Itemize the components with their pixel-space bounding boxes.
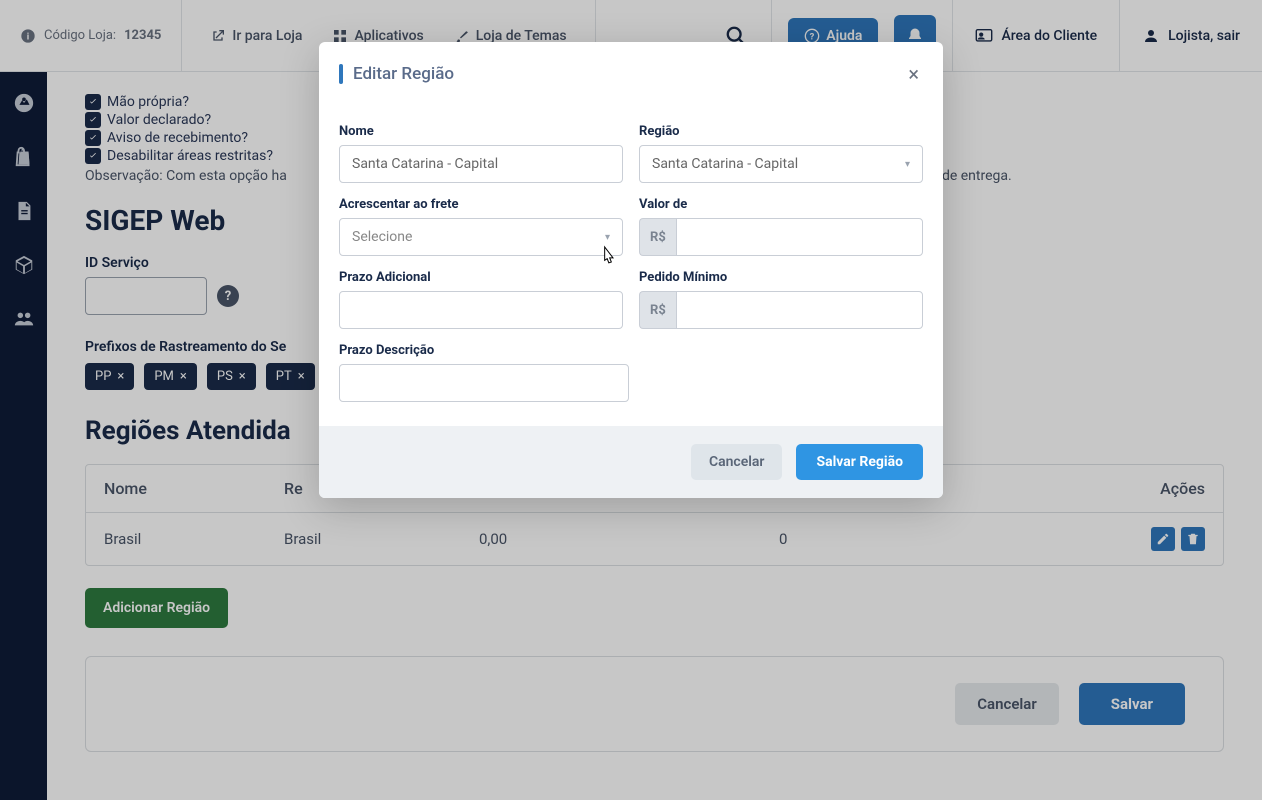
close-icon[interactable]: × [904, 58, 923, 90]
modal-title: Editar Região [353, 64, 454, 84]
modal-title-wrap: Editar Região [339, 64, 454, 84]
currency-prefix: R$ [639, 218, 676, 256]
regiao-selected: Santa Catarina - Capital [652, 156, 798, 172]
label-acrescentar: Acrescentar ao frete [339, 197, 623, 212]
label-valor-de: Valor de [639, 197, 923, 212]
regiao-select[interactable]: Santa Catarina - Capital ▾ [639, 145, 923, 183]
label-prazo-descricao: Prazo Descrição [339, 343, 629, 358]
currency-prefix: R$ [639, 291, 676, 329]
modal-header: Editar Região × [319, 42, 943, 106]
label-nome: Nome [339, 124, 623, 139]
valor-de-group: R$ [639, 218, 923, 256]
pedido-minimo-group: R$ [639, 291, 923, 329]
modal-overlay[interactable]: Editar Região × Nome Região Santa Catari… [0, 0, 1262, 800]
valor-de-input[interactable] [676, 218, 923, 256]
modal: Editar Região × Nome Região Santa Catari… [319, 42, 943, 498]
chevron-down-icon: ▾ [605, 232, 610, 243]
acrescentar-select[interactable]: Selecione ▾ [339, 218, 623, 256]
prazo-descricao-input[interactable] [339, 364, 629, 402]
modal-cancel-button[interactable]: Cancelar [691, 444, 783, 480]
label-regiao: Região [639, 124, 923, 139]
label-pedido-minimo: Pedido Mínimo [639, 270, 923, 285]
pedido-minimo-input[interactable] [676, 291, 923, 329]
modal-save-button[interactable]: Salvar Região [796, 444, 923, 480]
modal-title-bar [339, 64, 343, 84]
modal-body: Nome Região Santa Catarina - Capital ▾ A… [319, 106, 943, 426]
label-prazo-adicional: Prazo Adicional [339, 270, 623, 285]
prazo-adicional-input[interactable] [339, 291, 623, 329]
modal-footer: Cancelar Salvar Região [319, 426, 943, 498]
chevron-down-icon: ▾ [905, 159, 910, 170]
acrescentar-placeholder: Selecione [352, 229, 412, 245]
nome-input[interactable] [339, 145, 623, 183]
